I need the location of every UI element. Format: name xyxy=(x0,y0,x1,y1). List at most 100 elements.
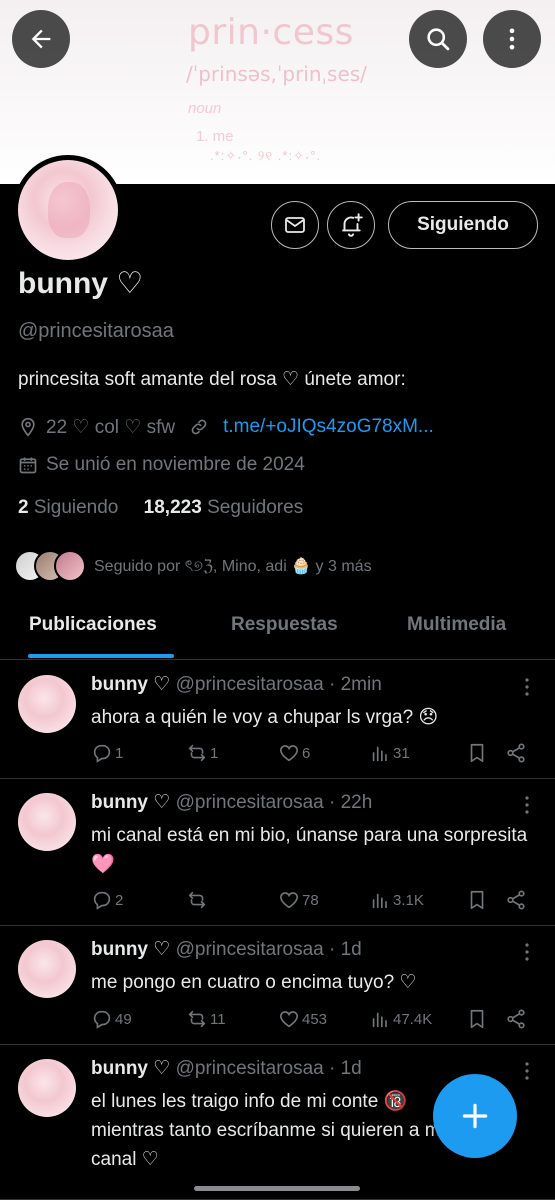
post-meta: @princesitarosaa · 1d xyxy=(175,1058,362,1079)
share-icon xyxy=(507,890,525,910)
compose-post-button[interactable] xyxy=(433,1074,517,1158)
repost-button[interactable]: 1 xyxy=(186,741,218,765)
calendar-icon xyxy=(18,455,38,475)
repost-icon xyxy=(188,744,206,762)
bookmark-button[interactable] xyxy=(466,1007,490,1031)
post-author[interactable]: bunny ♡ xyxy=(91,939,170,960)
profile-avatar[interactable] xyxy=(13,155,123,265)
views-icon xyxy=(372,893,387,909)
profile-location: 22 ♡ col ♡ sfw xyxy=(46,416,176,438)
search-icon xyxy=(427,28,450,51)
active-tab-indicator xyxy=(28,654,174,658)
post-author[interactable]: bunny ♡ xyxy=(91,792,170,813)
post-header: bunny ♡ @princesitarosaa · 1d xyxy=(91,938,362,961)
follow-counts: 2 Siguiendo 18,223 Seguidores xyxy=(18,497,303,519)
reply-button[interactable]: 2 xyxy=(91,888,123,912)
profile-link[interactable]: t.me/+oJIQs4zoG78xM... xyxy=(223,416,434,438)
heart-icon xyxy=(279,1011,299,1028)
views-count: 3.1K xyxy=(393,891,424,909)
heart-icon xyxy=(279,892,299,909)
bookmark-icon xyxy=(470,1009,484,1029)
profile-handle: @princesitarosaa xyxy=(18,320,174,342)
link-icon xyxy=(189,417,209,437)
following-button[interactable]: Siguiendo xyxy=(388,201,538,249)
message-button[interactable] xyxy=(271,201,319,249)
banner-word: prin·cess xyxy=(188,12,354,53)
tab-multimedia[interactable]: Multimedia xyxy=(407,614,506,636)
views-count: 31 xyxy=(393,744,410,762)
location-icon xyxy=(18,417,38,437)
post-avatar[interactable] xyxy=(18,793,76,851)
profile-joined-row: Se unió en noviembre de 2024 xyxy=(18,452,305,478)
repost-count: 11 xyxy=(210,1010,226,1028)
views-icon xyxy=(372,1012,387,1028)
reply-count: 2 xyxy=(115,891,124,909)
views-button[interactable]: 31 xyxy=(369,741,410,765)
banner-definition: 1. me xyxy=(196,128,234,145)
profile-meta-row: 22 ♡ col ♡ sfw t.me/+oJIQs4zoG78xM... xyxy=(18,414,434,440)
post-avatar[interactable] xyxy=(18,1059,76,1117)
heart-icon xyxy=(279,745,299,762)
like-button[interactable]: 453 xyxy=(278,1007,327,1031)
tab-respuestas[interactable]: Respuestas xyxy=(231,614,338,636)
more-vertical-icon[interactable] xyxy=(520,677,534,697)
post[interactable]: bunny ♡ @princesitarosaa · 1d me pongo e… xyxy=(0,926,555,1045)
post-text: me pongo en cuatro o encima tuyo? ♡ xyxy=(91,972,417,993)
repost-icon xyxy=(188,891,206,909)
post-actions: 49 11 453 47.4K xyxy=(91,1007,531,1031)
views-button[interactable]: 3.1K xyxy=(369,888,424,912)
back-button[interactable] xyxy=(12,10,70,68)
like-button[interactable]: 6 xyxy=(278,741,310,765)
post-author[interactable]: bunny ♡ xyxy=(91,674,170,695)
post-meta: @princesitarosaa · 22h xyxy=(175,792,373,813)
following-label: Siguiendo xyxy=(33,497,119,518)
views-icon xyxy=(372,746,387,762)
profile-tabs: Publicaciones Respuestas Multimedia xyxy=(0,596,555,660)
like-button[interactable]: 78 xyxy=(278,888,319,912)
post[interactable]: bunny ♡ @princesitarosaa · 22h mi canal … xyxy=(0,779,555,926)
followed-by[interactable]: Seguido por ৎ୭ℨ, Mino, adi 🧁 y 3 más xyxy=(14,548,372,584)
bookmark-icon xyxy=(470,890,484,910)
share-button[interactable] xyxy=(505,888,529,912)
following-link[interactable]: 2 Siguiendo xyxy=(18,497,118,518)
reply-icon xyxy=(93,744,111,763)
reply-button[interactable]: 49 xyxy=(91,1007,132,1031)
bookmark-button[interactable] xyxy=(466,888,490,912)
post[interactable]: bunny ♡ @princesitarosaa · 2min ahora a … xyxy=(0,661,555,779)
post-header: bunny ♡ @princesitarosaa · 2min xyxy=(91,673,382,696)
reply-button[interactable]: 1 xyxy=(91,741,123,765)
repost-count: 1 xyxy=(210,744,219,762)
search-button[interactable] xyxy=(409,10,467,68)
post-text: mi canal está en mi bio, únanse para una… xyxy=(91,825,528,875)
repost-button[interactable] xyxy=(186,888,210,912)
notifications-button[interactable] xyxy=(327,201,375,249)
post-text: el lunes les traigo info de mi conte 🔞 m… xyxy=(91,1091,445,1170)
repost-icon xyxy=(188,1010,206,1028)
like-count: 453 xyxy=(302,1010,328,1028)
post-author[interactable]: bunny ♡ xyxy=(91,1058,170,1079)
more-vertical-icon[interactable] xyxy=(520,942,534,962)
more-options-button[interactable] xyxy=(483,10,541,68)
mail-icon xyxy=(285,217,305,233)
post-actions: 2 78 3.1K xyxy=(91,888,531,912)
share-button[interactable] xyxy=(505,1007,529,1031)
banner-phonetic: /ˈprinsəs,ˈprinˌses/ xyxy=(186,62,367,86)
tab-publicaciones[interactable]: Publicaciones xyxy=(29,614,157,636)
more-vertical-icon[interactable] xyxy=(520,1061,534,1081)
followers-count: 18,223 xyxy=(143,497,202,518)
profile-name: bunny ♡ xyxy=(18,267,144,300)
bookmark-button[interactable] xyxy=(466,741,490,765)
followers-link[interactable]: 18,223 Seguidores xyxy=(144,497,304,518)
post-avatar[interactable] xyxy=(18,675,76,733)
profile-bio: princesita soft amante del rosa ♡ únete … xyxy=(18,369,406,390)
views-button[interactable]: 47.4K xyxy=(369,1007,432,1031)
more-vertical-icon[interactable] xyxy=(520,795,534,815)
share-button[interactable] xyxy=(505,741,529,765)
home-indicator[interactable] xyxy=(194,1186,360,1191)
repost-button[interactable]: 11 xyxy=(186,1007,226,1031)
followed-by-text: Seguido por ৎ୭ℨ, Mino, adi 🧁 y 3 más xyxy=(94,557,372,575)
more-vertical-icon xyxy=(509,28,515,50)
post-actions: 1 1 6 31 xyxy=(91,741,531,765)
reply-count: 1 xyxy=(115,744,124,762)
post-avatar[interactable] xyxy=(18,940,76,998)
